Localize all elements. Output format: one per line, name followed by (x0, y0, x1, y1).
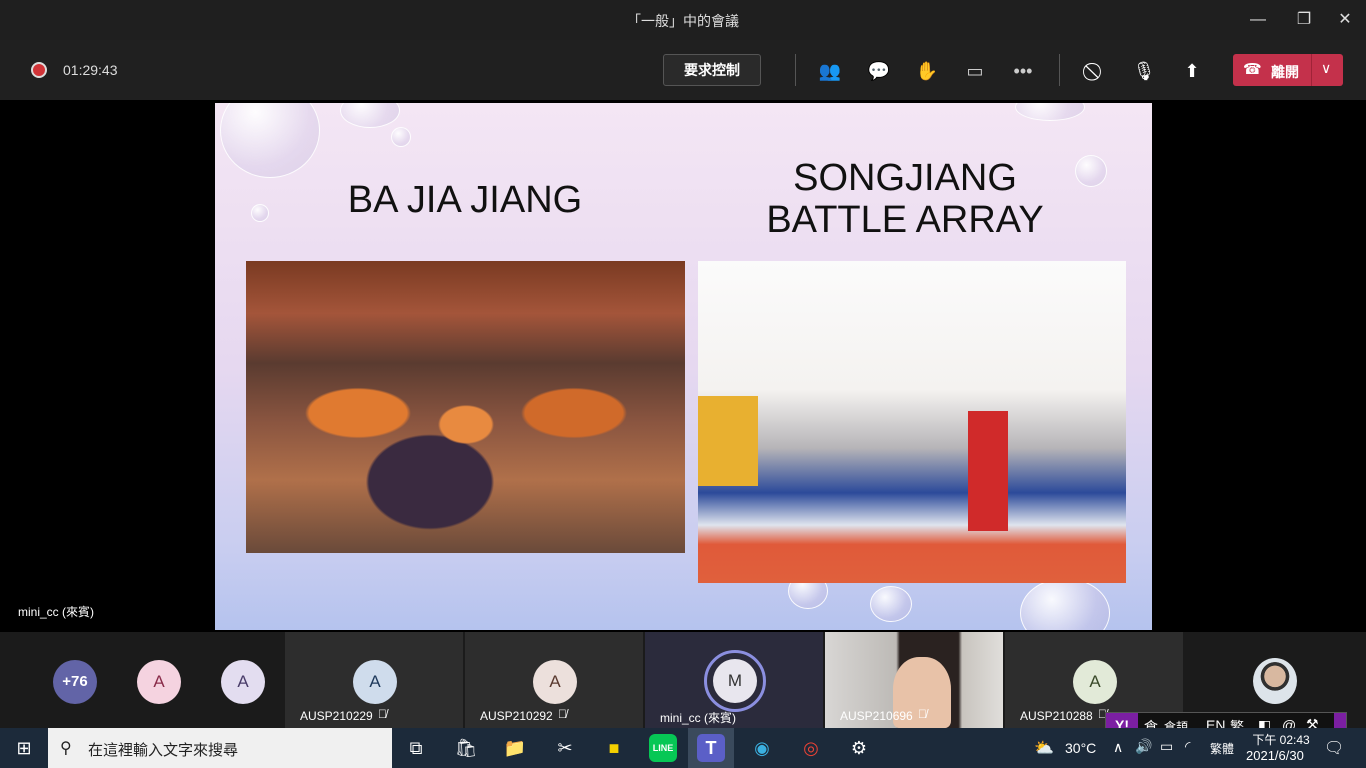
bubble-decoration (1020, 578, 1110, 630)
divider (1059, 54, 1060, 86)
meeting-toolbar: 01:29:43 要求控制 👥 💬 ✋ ▭ ••• ⃠ 🎙 ⬆ ☎ 離開 ∨ (0, 40, 1366, 100)
phone-icon: ☎ (1243, 61, 1262, 78)
weather-temp[interactable]: 30°C (1065, 740, 1096, 756)
avatar: A (533, 660, 577, 704)
bubble-decoration (391, 127, 411, 147)
participant-name: AUSP210696 (840, 709, 913, 723)
divider (795, 54, 796, 86)
teams-icon: T (697, 734, 725, 762)
avatar: M (713, 659, 757, 703)
leave-label: 離開 (1271, 64, 1299, 80)
shared-slide: BA JIA JIANG SONGJIANG BATTLE ARRAY (215, 103, 1152, 630)
rooms-icon[interactable]: ▭ (962, 58, 988, 84)
slide-title-right-line2: BATTLE ARRAY (766, 199, 1044, 241)
ba-jia-jiang-photo (246, 261, 685, 553)
clock-time[interactable]: 下午 02:43 (1250, 731, 1312, 748)
edge-icon[interactable]: ◉ (748, 734, 776, 762)
battery-icon[interactable]: ▭ (1160, 738, 1173, 755)
taskbar-search[interactable]: ⚲ 在這裡輸入文字來搜尋 (48, 728, 392, 768)
line-app-icon[interactable]: LINE (649, 734, 677, 762)
mic-off-icon: 🎙̸ (378, 707, 387, 721)
avatar[interactable]: A (137, 660, 181, 704)
bubble-decoration (1075, 155, 1107, 187)
presenter-label: mini_cc (來賓) (18, 605, 95, 619)
bubble-decoration (340, 103, 400, 128)
chat-icon[interactable]: 💬 (866, 58, 892, 84)
clock-date[interactable]: 2021/6/30 (1246, 748, 1304, 763)
participant-name: AUSP210292 (480, 709, 553, 723)
participant-tile[interactable]: A AUSP210292 🎙̸ (465, 632, 643, 728)
settings-icon[interactable]: ⚙ (845, 734, 873, 762)
avatar: A (353, 660, 397, 704)
more-participants-button[interactable]: +76 (53, 660, 97, 704)
participant-tile[interactable]: A AUSP210229 🎙̸ (285, 632, 463, 728)
store-icon[interactable]: 🛍 (452, 734, 480, 762)
share-icon[interactable]: ⬆ (1179, 58, 1205, 84)
bubble-decoration (220, 103, 320, 178)
taskbar: ⊞ ⚲ 在這裡輸入文字來搜尋 ⧉ 🛍 📁 ✂ ■ LINE T ◉ ◎ ⚙ ⛅ … (0, 728, 1366, 768)
photo-detail (286, 321, 646, 551)
chrome-icon[interactable]: ◎ (797, 734, 825, 762)
sticky-notes-icon[interactable]: ■ (600, 734, 628, 762)
photo-detail (698, 396, 758, 486)
slide-title-left: BA JIA JIANG (347, 179, 583, 221)
bubble-decoration (1015, 103, 1085, 121)
mic-off-icon[interactable]: 🎙 (1131, 58, 1157, 84)
close-icon[interactable]: ✕ (1333, 8, 1357, 32)
recording-icon (31, 62, 47, 78)
window-title: 「一般」中的會議 (627, 13, 739, 29)
elapsed-time: 01:29:43 (63, 62, 118, 78)
participant-name: AUSP210229 (300, 709, 373, 723)
participant-name: AUSP210288 (1020, 709, 1093, 723)
participant-video-tile[interactable]: AUSP210696 🎙̸ (825, 632, 1003, 728)
camera-off-icon[interactable]: ⃠ (1083, 58, 1109, 84)
avatar[interactable]: A (221, 660, 265, 704)
participants-icon[interactable]: 👥 (817, 58, 843, 84)
participant-tile-speaking[interactable]: M mini_cc (來賓) (645, 632, 823, 728)
wifi-icon[interactable]: ◜ (1185, 738, 1190, 755)
mic-off-icon: 🎙̸ (918, 707, 927, 721)
volume-icon[interactable]: 🔊 (1135, 738, 1152, 755)
notifications-icon[interactable]: 🗨 (1324, 738, 1344, 758)
participant-name: mini_cc (來賓) (660, 711, 737, 725)
photo-detail (968, 411, 1008, 531)
leave-button[interactable]: ☎ 離開 ∨ (1233, 54, 1343, 86)
request-control-button[interactable]: 要求控制 (663, 54, 761, 86)
songjiang-battle-array-photo (698, 261, 1126, 583)
avatar-photo[interactable] (1253, 658, 1297, 704)
slide-title-right-line1: SONGJIANG (793, 157, 1017, 199)
weather-icon[interactable]: ⛅ (1034, 738, 1054, 758)
avatar: A (1073, 660, 1117, 704)
file-explorer-icon[interactable]: 📁 (501, 734, 529, 762)
windows-start-icon[interactable]: ⊞ (10, 734, 38, 762)
mic-off-icon: 🎙̸ (558, 707, 567, 721)
more-icon[interactable]: ••• (1010, 58, 1036, 84)
search-icon: ⚲ (60, 740, 72, 757)
maximize-icon[interactable]: ❐ (1292, 8, 1316, 32)
search-placeholder: 在這裡輸入文字來搜尋 (88, 742, 239, 759)
input-indicator[interactable]: 繁體 (1210, 740, 1234, 757)
bubble-decoration (870, 586, 912, 622)
reactions-icon[interactable]: ✋ (914, 58, 940, 84)
minimize-icon[interactable]: — (1246, 8, 1270, 32)
snipping-tool-icon[interactable]: ✂ (551, 734, 579, 762)
chevron-down-icon[interactable]: ∨ (1321, 60, 1331, 77)
divider (1311, 54, 1312, 86)
task-view-icon[interactable]: ⧉ (402, 734, 430, 762)
chevron-up-icon[interactable]: ∧ (1113, 739, 1123, 756)
teams-taskbar-active[interactable]: T (688, 728, 734, 768)
title-bar: 「一般」中的會議 — ❐ ✕ (0, 0, 1366, 40)
